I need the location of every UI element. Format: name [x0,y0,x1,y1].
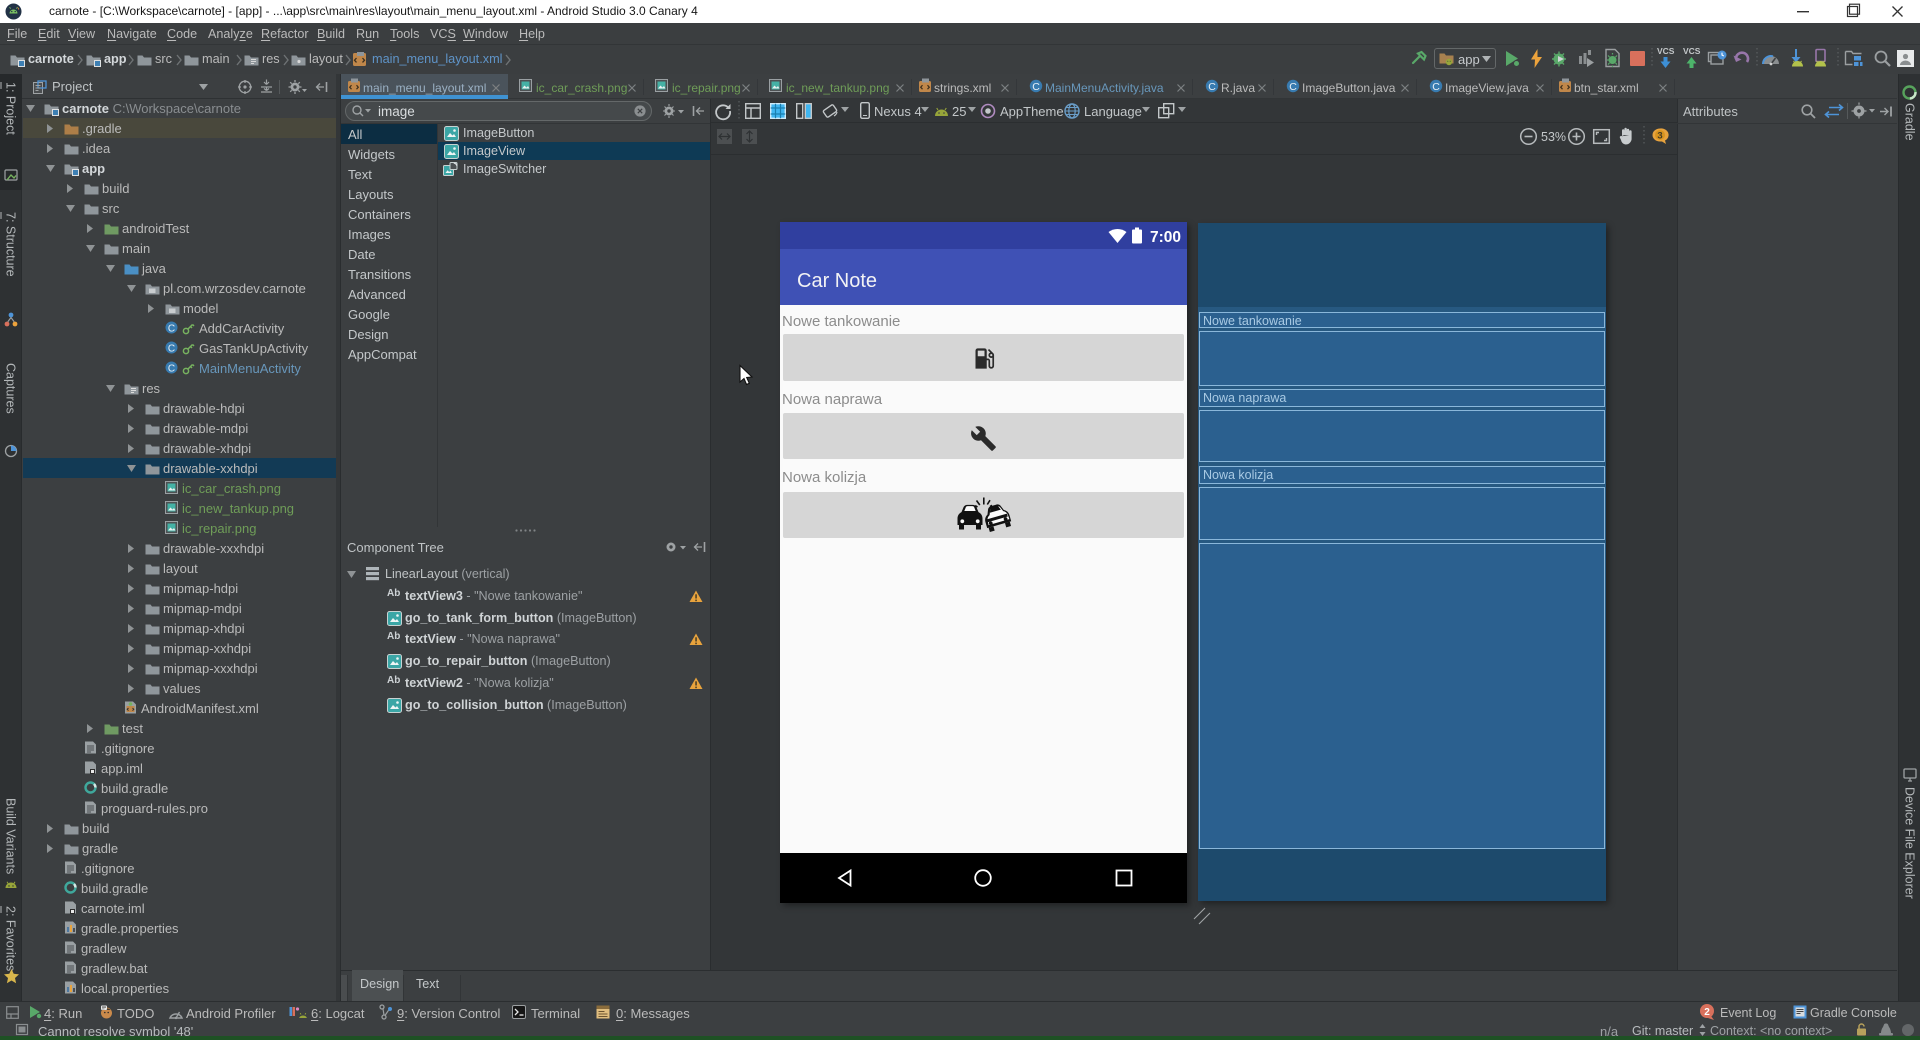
svg-text:C: C [168,343,175,354]
svg-text:C: C [1032,81,1040,93]
svg-text:C: C [1289,81,1297,93]
svg-text:C: C [168,363,175,374]
svg-text:C: C [1208,81,1216,93]
svg-text:3: 3 [1657,131,1662,142]
svg-text:C: C [1432,81,1440,93]
svg-text:2: 2 [1704,1007,1710,1018]
svg-text:C: C [168,323,175,334]
